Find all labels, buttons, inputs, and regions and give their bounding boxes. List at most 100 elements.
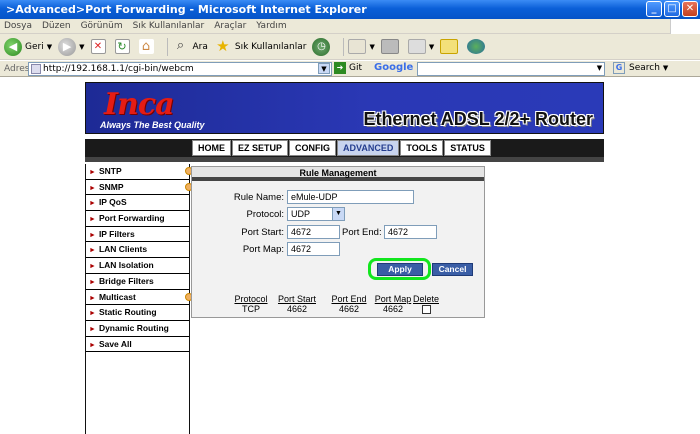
protocol-select[interactable]: UDP ▼ [287, 207, 345, 221]
brand-tagline: Always The Best Quality [100, 120, 205, 130]
delete-checkbox[interactable] [421, 305, 431, 314]
refresh-button[interactable]: ↻ [114, 39, 133, 54]
arrow-icon: ► [89, 216, 96, 224]
messenger-button[interactable] [467, 39, 488, 54]
favorites-label: Sık Kullanılanlar [234, 41, 307, 52]
back-arrow-icon: ◀ [4, 37, 22, 56]
menu-view[interactable]: Görünüm [81, 19, 123, 33]
sidebar-item-ip-filters[interactable]: ► IP Filters [86, 227, 189, 243]
apply-button[interactable]: Apply [377, 263, 423, 276]
sidebar-item-ip-qos[interactable]: ► IP QoS [86, 195, 189, 212]
sidebar-item-lan-isolation[interactable]: ► LAN Isolation [86, 258, 189, 274]
arrow-icon: ► [89, 169, 96, 176]
menu-bar: Dosya Düzen Görünüm Sık Kullanılanlar Ar… [0, 19, 700, 34]
address-label: Adres [4, 63, 30, 74]
arrow-icon: ► [89, 231, 96, 239]
brand-logo: Inca [104, 87, 175, 122]
sidebar-item-port-forwarding[interactable]: ► Port Forwarding [86, 211, 189, 227]
menu-tools[interactable]: Araçlar [214, 19, 246, 33]
stop-icon: ✕ [90, 39, 106, 54]
mail-icon [348, 39, 367, 54]
sidebar-item-sntp[interactable]: ► SNTP [86, 164, 193, 180]
address-dropdown[interactable]: ▼ [318, 63, 330, 74]
google-search-label: Search [629, 63, 660, 73]
search-button[interactable]: ⌕ Ara [172, 38, 208, 56]
google-dropdown[interactable]: ▼ [594, 63, 605, 74]
nav-advanced[interactable]: ADVANCED [337, 140, 400, 156]
nav-ez-setup[interactable]: EZ SETUP [232, 140, 289, 156]
arrow-icon: ► [89, 325, 96, 333]
sidebar-item-label: IP Filters [98, 228, 135, 239]
port-end-label: Port End: [342, 227, 382, 238]
col-delete: Delete [412, 294, 439, 304]
nav-config[interactable]: CONFIG [289, 140, 337, 156]
notes-button[interactable] [440, 39, 461, 54]
sidebar-item-label: Port Forwarding [98, 213, 165, 224]
sidebar-item-label: Save All [98, 338, 132, 349]
cancel-button[interactable]: Cancel [432, 263, 473, 276]
forward-button[interactable]: ▶ ▼ [58, 37, 85, 56]
rule-name-input[interactable]: eMule-UDP [287, 190, 414, 204]
history-icon: ◷ [312, 37, 331, 56]
port-end-input[interactable]: 4672 [384, 225, 437, 239]
nav-bar: HOME EZ SETUP CONFIG ADVANCED TOOLS STAT… [85, 139, 604, 157]
protocol-value: UDP [291, 209, 311, 219]
window-title: >Advanced>Port Forwarding - Microsoft In… [6, 3, 367, 16]
sidebar-item-label: Bridge Filters [98, 275, 154, 286]
go-label: Git [349, 63, 363, 73]
google-logo: Google [374, 62, 414, 73]
sidebar-item-bridge-filters[interactable]: ► Bridge Filters [86, 274, 189, 290]
sidebar-item-label: SNTP [98, 166, 122, 176]
favorites-button[interactable]: ★ Sık Kullanılanlar [214, 36, 307, 56]
sidebar-item-label: LAN Isolation [98, 260, 154, 271]
go-button[interactable]: ➜ Git [334, 62, 362, 74]
google-g-icon: G [613, 62, 625, 74]
sidebar-item-multicast[interactable]: ► Multicast [86, 290, 193, 306]
page-viewport: Inca Always The Best Quality Ethernet AD… [0, 78, 700, 434]
sidebar: ► SNTP ► SNMP ► IP QoS ► Port Forwarding ► IP… [85, 164, 193, 434]
history-button[interactable]: ◷ [312, 37, 333, 56]
google-search-input[interactable] [417, 62, 605, 76]
port-start-input[interactable]: 4672 [287, 225, 340, 239]
sidebar-item-save-all[interactable]: ► Save All [86, 337, 189, 353]
edit-button[interactable]: ▼ [407, 39, 434, 54]
nav-tools[interactable]: TOOLS [400, 140, 444, 156]
menu-help[interactable]: Yardım [256, 19, 286, 33]
sidebar-item-snmp[interactable]: ► SNMP [86, 180, 193, 196]
arrow-icon: ► [89, 278, 96, 286]
nav-status[interactable]: STATUS [444, 140, 491, 156]
sidebar-item-dynamic-routing[interactable]: ► Dynamic Routing [86, 321, 189, 337]
messenger-icon [467, 39, 486, 54]
notes-icon [440, 39, 459, 54]
search-icon: ⌕ [176, 37, 185, 53]
sidebar-item-lan-clients[interactable]: ► LAN Clients [86, 242, 189, 259]
back-button[interactable]: ◀ Geri ▼ [4, 37, 52, 56]
nav-home[interactable]: HOME [192, 140, 231, 156]
home-button[interactable]: ⌂ [138, 39, 157, 54]
nav-divider [85, 157, 604, 162]
sidebar-item-static-routing[interactable]: ► Static Routing [86, 305, 189, 321]
windows-logo-icon [670, 19, 700, 34]
mail-button[interactable]: ▼ [348, 39, 375, 54]
browser-toolbar: ◀ Geri ▼ ▶ ▼ ✕ ↻ ⌂ ⌕ Ara ★ Sık Kullanıla… [0, 34, 700, 60]
minimize-button[interactable]: _ [646, 1, 662, 17]
menu-edit[interactable]: Düzen [42, 19, 71, 33]
forward-arrow-icon: ▶ [58, 37, 77, 56]
google-search-button[interactable]: G Search ▼ [613, 62, 668, 74]
arrow-icon: ► [89, 247, 96, 255]
menu-file[interactable]: Dosya [4, 19, 32, 33]
menu-favorites[interactable]: Sık Kullanılanlar [133, 19, 205, 33]
arrow-icon: ► [89, 184, 96, 192]
sidebar-item-label: LAN Clients [98, 244, 148, 255]
close-button[interactable]: ✕ [682, 1, 698, 17]
print-button[interactable] [380, 39, 402, 54]
stop-button[interactable]: ✕ [90, 39, 109, 54]
port-map-input[interactable]: 4672 [287, 242, 340, 256]
sidebar-item-label: SNMP [98, 181, 124, 192]
router-banner: Inca Always The Best Quality Ethernet AD… [85, 82, 604, 134]
arrow-icon: ► [89, 294, 96, 302]
router-title: Ethernet ADSL 2/2+ Router [363, 109, 593, 129]
address-input[interactable]: http://192.168.1.1/cgi-bin/webcm [28, 62, 332, 76]
star-icon: ★ [216, 36, 230, 55]
maximize-button[interactable]: □ [664, 1, 680, 17]
